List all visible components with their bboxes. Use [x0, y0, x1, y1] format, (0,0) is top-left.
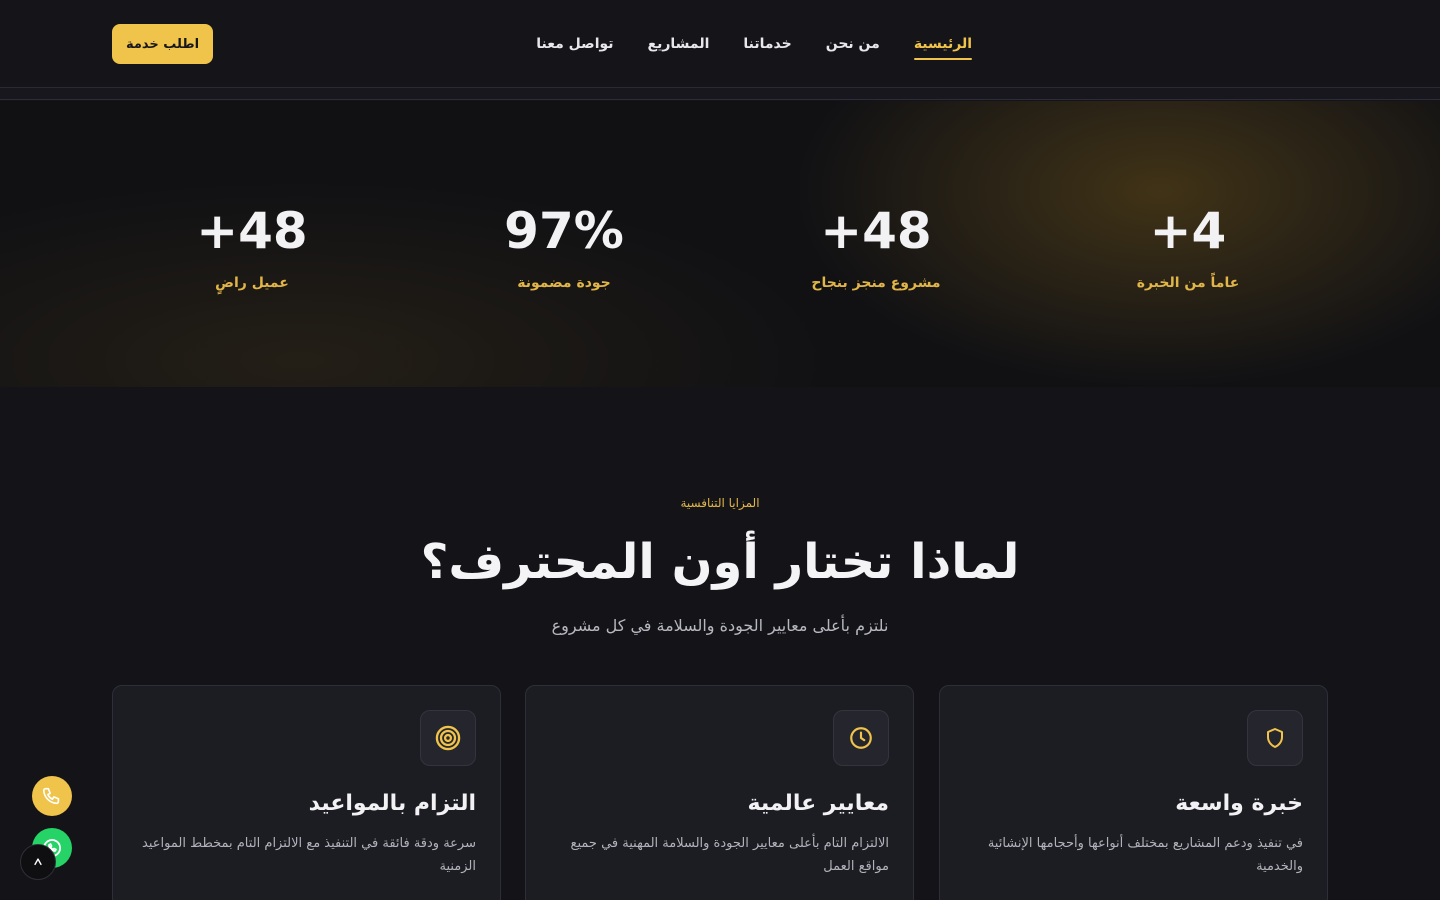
stat-projects: +48 مشروع منجز بنجاح — [756, 199, 996, 293]
stat-label: عاماً من الخبرة — [1136, 275, 1240, 291]
main-nav: الرئيسية من نحن خدماتنا المشاريع تواصل م… — [536, 0, 973, 88]
feature-card-standards: معايير عالمية الالتزام التام بأعلى معايي… — [525, 685, 914, 900]
site-header: الرئيسية من نحن خدماتنا المشاريع تواصل م… — [0, 0, 1440, 88]
stat-clients: +48 عميل راضٍ — [132, 199, 372, 293]
card-text: الالتزام التام بأعلى معايير الجودة والسل… — [570, 836, 889, 874]
section-subtitle: نلتزم بأعلى معايير الجودة والسلامة في كل… — [551, 616, 889, 635]
card-title: خبرة واسعة — [1175, 791, 1303, 816]
request-service-button[interactable]: اطلب خدمة — [112, 24, 213, 64]
stat-quality: 97% جودة مضمونة — [444, 199, 684, 293]
phone-icon — [42, 787, 60, 805]
stat-label: عميل راضٍ — [215, 275, 289, 291]
header-divider — [0, 88, 1440, 100]
shield-icon — [1247, 710, 1303, 766]
chevron-up-icon — [34, 858, 42, 866]
stat-experience: +4 عاماً من الخبرة — [1068, 199, 1308, 293]
card-title: معايير عالمية — [747, 791, 889, 816]
nav-item-services[interactable]: خدماتنا — [743, 28, 791, 60]
phone-button[interactable] — [32, 776, 72, 816]
nav-item-projects[interactable]: المشاريع — [648, 28, 710, 60]
card-text: سرعة ودقة فائقة في التنفيذ مع الالتزام ا… — [142, 836, 476, 874]
feature-card-punctuality: التزام بالمواعيد سرعة ودقة فائقة في التن… — [112, 685, 501, 900]
nav-item-contact[interactable]: تواصل معنا — [536, 28, 613, 60]
card-text: في تنفيذ ودعم المشاريع بمختلف أنواعها وأ… — [987, 836, 1303, 874]
stats-section: +4 عاماً من الخبرة +48 مشروع منجز بنجاح … — [0, 101, 1440, 387]
nav-item-home[interactable]: الرئيسية — [913, 28, 973, 60]
section-eyebrow: المزايا التنافسية — [680, 496, 760, 510]
stat-label: مشروع منجز بنجاح — [811, 275, 941, 291]
feature-card-experience: خبرة واسعة في تنفيذ ودعم المشاريع بمختلف… — [939, 685, 1328, 900]
section-title: لماذا تختار أون المحترف؟ — [420, 534, 1020, 590]
back-to-top-button[interactable] — [20, 844, 56, 880]
stat-label: جودة مضمونة — [517, 275, 611, 291]
nav-item-about[interactable]: من نحن — [826, 28, 880, 60]
target-icon — [420, 710, 476, 766]
stat-value: 97% — [504, 202, 624, 260]
stat-value: +48 — [196, 202, 308, 260]
clock-icon — [833, 710, 889, 766]
stat-value: +48 — [820, 202, 932, 260]
stat-value: +4 — [1149, 202, 1227, 260]
card-title: التزام بالمواعيد — [308, 791, 476, 816]
